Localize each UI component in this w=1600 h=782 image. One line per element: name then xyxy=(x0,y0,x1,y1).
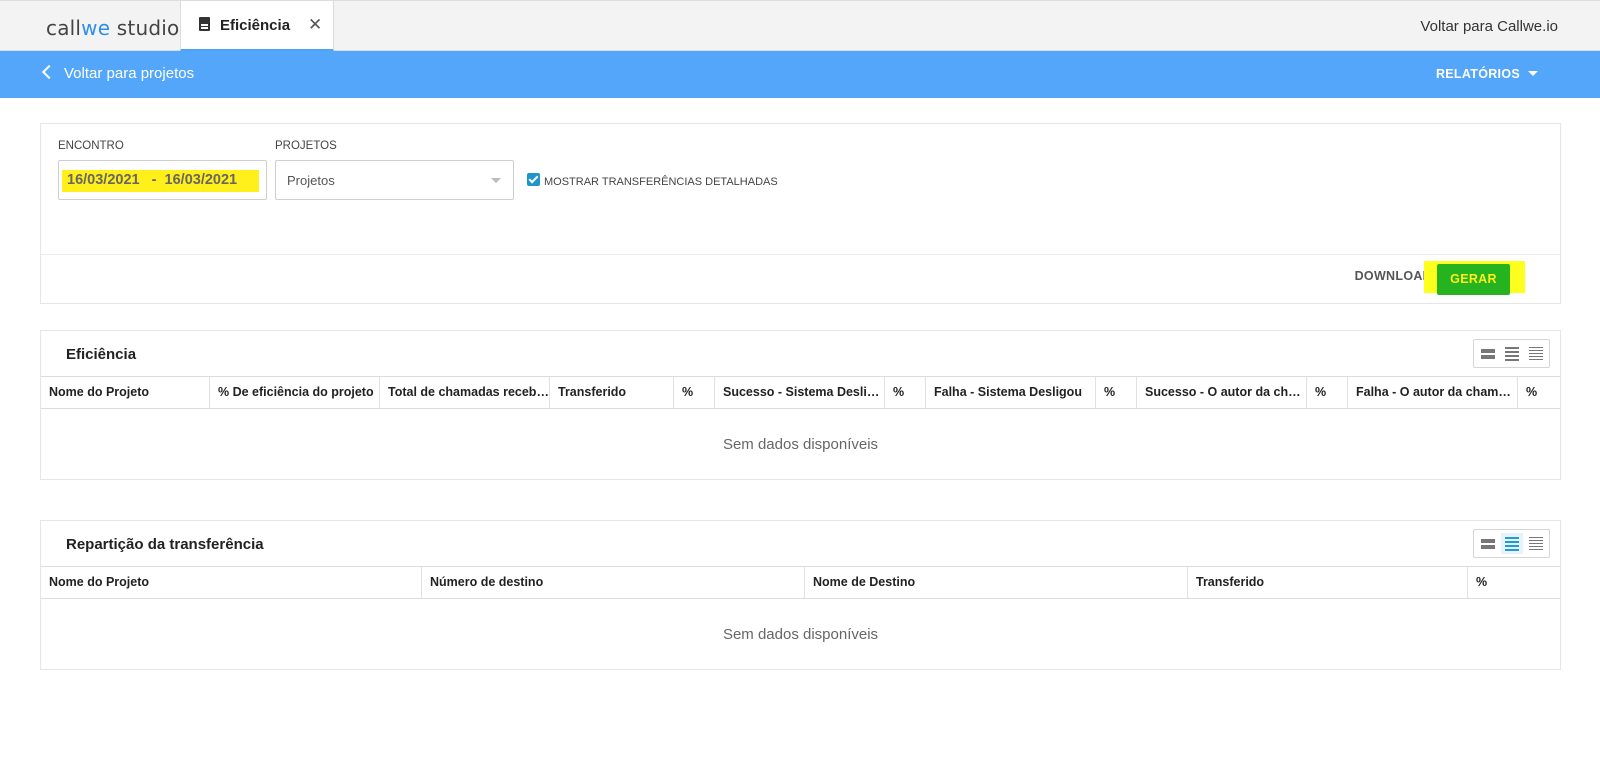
transfer-breakdown-grid: Repartição da transferência Nome do Proj… xyxy=(40,520,1561,670)
column-header[interactable]: Transferido xyxy=(1188,567,1468,598)
efficiency-grid: Eficiência Nome do Projeto % De eficiênc… xyxy=(40,330,1561,480)
density-switcher xyxy=(1473,529,1550,558)
column-header[interactable]: % xyxy=(885,377,926,408)
column-header[interactable]: Falha - O autor da chamada xyxy=(1348,377,1518,408)
back-to-callwe-link[interactable]: Voltar para Callwe.io xyxy=(1420,18,1558,35)
tab-label: Eficiência xyxy=(220,17,291,34)
density-switcher xyxy=(1473,339,1550,368)
density-standard-icon[interactable] xyxy=(1501,533,1523,554)
density-comfortable-icon[interactable] xyxy=(1477,343,1499,364)
column-header[interactable]: Sucesso - O autor da chamada xyxy=(1137,377,1307,408)
column-header[interactable]: % xyxy=(674,377,715,408)
column-header[interactable]: Sucesso - Sistema Desligou xyxy=(715,377,885,408)
caret-down-icon xyxy=(1528,71,1538,76)
projects-label: PROJETOS xyxy=(275,140,337,152)
date-label: ENCONTRO xyxy=(58,140,124,152)
column-header[interactable]: % xyxy=(1468,567,1560,598)
back-to-projects-label: Voltar para projetos xyxy=(64,65,195,82)
date-range-value: 16/03/2021 - 16/03/2021 xyxy=(67,172,238,188)
back-to-projects-link[interactable]: Voltar para projetos xyxy=(41,64,195,82)
callwe-studio-logo[interactable]: callwe studio xyxy=(46,16,179,40)
density-standard-icon[interactable] xyxy=(1501,343,1523,364)
column-header[interactable]: Número de destino xyxy=(422,567,805,598)
grid-title: Eficiência xyxy=(66,346,137,363)
table-header: Nome do Projeto % De eficiência do proje… xyxy=(41,376,1560,409)
column-header[interactable]: % xyxy=(1518,377,1560,408)
generate-button[interactable]: GERAR xyxy=(1437,264,1510,295)
logo-text-post: studio xyxy=(110,16,180,40)
column-header[interactable]: % De eficiência do projeto xyxy=(210,377,380,408)
sub-header: Voltar para projetos RELATÓRIOS xyxy=(0,51,1600,98)
filters-panel: ENCONTRO 16/03/2021 - 16/03/2021 PROJETO… xyxy=(40,123,1561,304)
logo-text-pre: call xyxy=(46,16,82,40)
projects-placeholder: Projetos xyxy=(287,173,335,188)
density-compact-icon[interactable] xyxy=(1525,533,1547,554)
projects-select[interactable]: Projetos xyxy=(275,160,514,200)
column-header[interactable]: % xyxy=(1307,377,1348,408)
density-compact-icon[interactable] xyxy=(1525,343,1547,364)
divider xyxy=(41,254,1560,255)
column-header[interactable]: % xyxy=(1096,377,1137,408)
document-icon xyxy=(199,17,210,31)
app-header: callwe studio Eficiência ✕ Voltar para C… xyxy=(0,0,1600,52)
column-header[interactable]: Falha - Sistema Desligou xyxy=(926,377,1096,408)
column-header[interactable]: Transferido xyxy=(550,377,674,408)
reports-label: RELATÓRIOS xyxy=(1435,67,1520,81)
close-tab-icon[interactable]: ✕ xyxy=(308,15,322,35)
download-label: DOWNLOAD xyxy=(1354,269,1432,283)
dropdown-arrow-icon xyxy=(491,178,501,183)
detailed-transfers-label[interactable]: MOSTRAR TRANSFERÊNCIAS DETALHADAS xyxy=(544,176,778,188)
tab-eficiencia[interactable]: Eficiência ✕ xyxy=(180,1,334,52)
no-data-message: Sem dados disponíveis xyxy=(722,626,879,643)
column-header[interactable]: Nome de Destino xyxy=(805,567,1188,598)
column-header[interactable]: Nome do Projeto xyxy=(41,377,210,408)
reports-menu[interactable]: RELATÓRIOS xyxy=(1436,67,1538,81)
grid-title: Repartição da transferência xyxy=(66,536,264,553)
detailed-transfers-checkbox[interactable] xyxy=(527,173,540,186)
density-comfortable-icon[interactable] xyxy=(1477,533,1499,554)
column-header[interactable]: Nome do Projeto xyxy=(41,567,422,598)
table-header: Nome do Projeto Número de destino Nome d… xyxy=(41,566,1560,599)
logo-text-mark: we xyxy=(81,16,111,40)
date-range-input[interactable]: 16/03/2021 - 16/03/2021 xyxy=(58,160,267,200)
column-header[interactable]: Total de chamadas recebidas xyxy=(380,377,550,408)
chevron-left-icon xyxy=(41,64,57,80)
no-data-message: Sem dados disponíveis xyxy=(722,436,879,453)
